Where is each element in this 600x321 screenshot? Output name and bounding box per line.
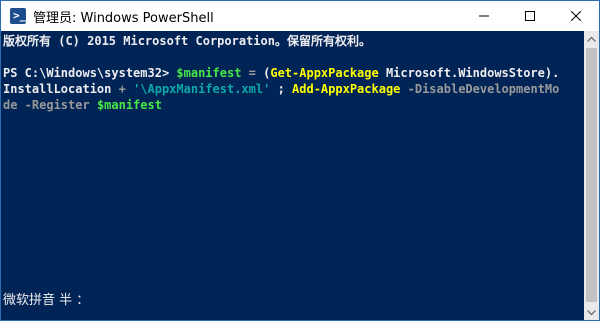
operator-token: =	[241, 66, 264, 80]
command-token: Get-AppxPackage	[270, 66, 379, 80]
command-token: Add-AppxPackage	[292, 82, 401, 96]
title-bar[interactable]: >_ 管理员: Windows PowerShell	[1, 1, 599, 31]
console-output[interactable]: 版权所有 (C) 2015 Microsoft Corporation。保留所有…	[1, 31, 584, 320]
window-title: 管理员: Windows PowerShell	[33, 10, 214, 26]
close-icon	[571, 11, 581, 21]
chevron-up-icon	[587, 36, 596, 42]
window-controls	[461, 1, 599, 31]
command-line-2: InstallLocation + '\AppxManifest.xml' ; …	[3, 81, 559, 97]
parameter-token: -Register	[17, 98, 97, 112]
parameter-token: de	[3, 98, 18, 112]
operator-token: +	[111, 82, 134, 96]
powershell-window: >_ 管理员: Windows PowerShell 版权所有 (C) 2015…	[0, 0, 600, 321]
maximize-button[interactable]	[507, 1, 553, 31]
chevron-down-icon	[587, 310, 596, 316]
command-line-1: PS C:\Windows\system32> $manifest = (Get…	[3, 65, 559, 81]
string-token: '\AppxManifest.xml'	[133, 82, 271, 96]
powershell-icon[interactable]: >_	[10, 8, 26, 24]
paren-token: ).	[544, 66, 560, 80]
variable-token: $manifest	[96, 98, 162, 112]
ime-status: 微软拼音 半 ：	[3, 293, 90, 308]
scroll-down-button[interactable]	[584, 305, 599, 320]
close-button[interactable]	[553, 1, 599, 31]
minimize-icon	[479, 15, 489, 17]
minimize-button[interactable]	[461, 1, 507, 31]
argument-token: Microsoft.WindowsStore	[378, 66, 545, 80]
vertical-scrollbar[interactable]	[584, 31, 599, 320]
command-line-3: de -Register $manifest	[3, 97, 162, 113]
copyright-line: 版权所有 (C) 2015 Microsoft Corporation。保留所有…	[3, 34, 371, 48]
variable-token: $manifest	[176, 66, 242, 80]
parameter-token: -DisableDevelopmentMo	[400, 82, 560, 96]
scroll-up-button[interactable]	[584, 31, 599, 47]
property-token: InstallLocation	[3, 82, 112, 96]
maximize-icon	[525, 11, 535, 21]
prompt: PS C:\Windows\system32>	[3, 66, 177, 80]
separator-token: ;	[270, 82, 293, 96]
scroll-thumb[interactable]	[586, 48, 597, 302]
